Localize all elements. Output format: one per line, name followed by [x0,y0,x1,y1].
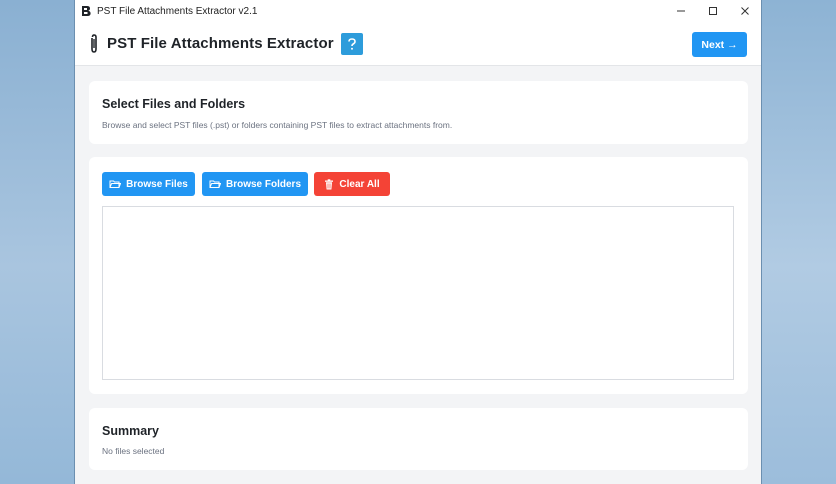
paperclip-icon [88,33,100,55]
browse-files-label: Browse Files [126,178,188,190]
title-bar[interactable]: PST File Attachments Extractor v2.1 [75,0,761,22]
file-selection-card: Browse Files Browse Folders Clear All [89,157,748,394]
maximize-button[interactable] [697,0,729,22]
question-icon [347,37,356,50]
help-button[interactable] [340,32,363,55]
app-logo-icon [80,5,92,17]
select-section-title: Select Files and Folders [102,97,246,111]
app-window: PST File Attachments Extractor v2.1 PST … [74,0,762,484]
window-controls [665,0,761,22]
clear-all-label: Clear All [339,178,380,190]
minimize-button[interactable] [665,0,697,22]
browse-folders-label: Browse Folders [225,178,302,190]
select-section-description: Browse and select PST files (.pst) or fo… [102,120,453,130]
window-title: PST File Attachments Extractor v2.1 [97,5,258,17]
close-button[interactable] [729,0,761,22]
clear-all-button[interactable]: Clear All [314,172,390,196]
browse-folders-button[interactable]: Browse Folders [202,172,308,196]
next-button[interactable]: Next → [692,32,747,57]
summary-card: Summary No files selected [89,408,748,470]
browse-files-button[interactable]: Browse Files [102,172,195,196]
trash-icon [324,178,334,190]
folder-open-icon [109,179,122,189]
desktop-background-left [0,0,74,484]
summary-status-text: No files selected [102,446,165,456]
desktop-background-right [762,0,836,484]
minimize-icon [677,10,685,12]
summary-title: Summary [102,424,159,438]
maximize-icon [709,7,717,15]
folder-open-icon [209,179,221,189]
file-list[interactable] [102,206,734,380]
close-icon [741,7,749,15]
select-files-card: Select Files and Folders Browse and sele… [89,81,748,144]
app-header: PST File Attachments Extractor Next → [75,22,761,66]
app-title: PST File Attachments Extractor [107,35,334,52]
